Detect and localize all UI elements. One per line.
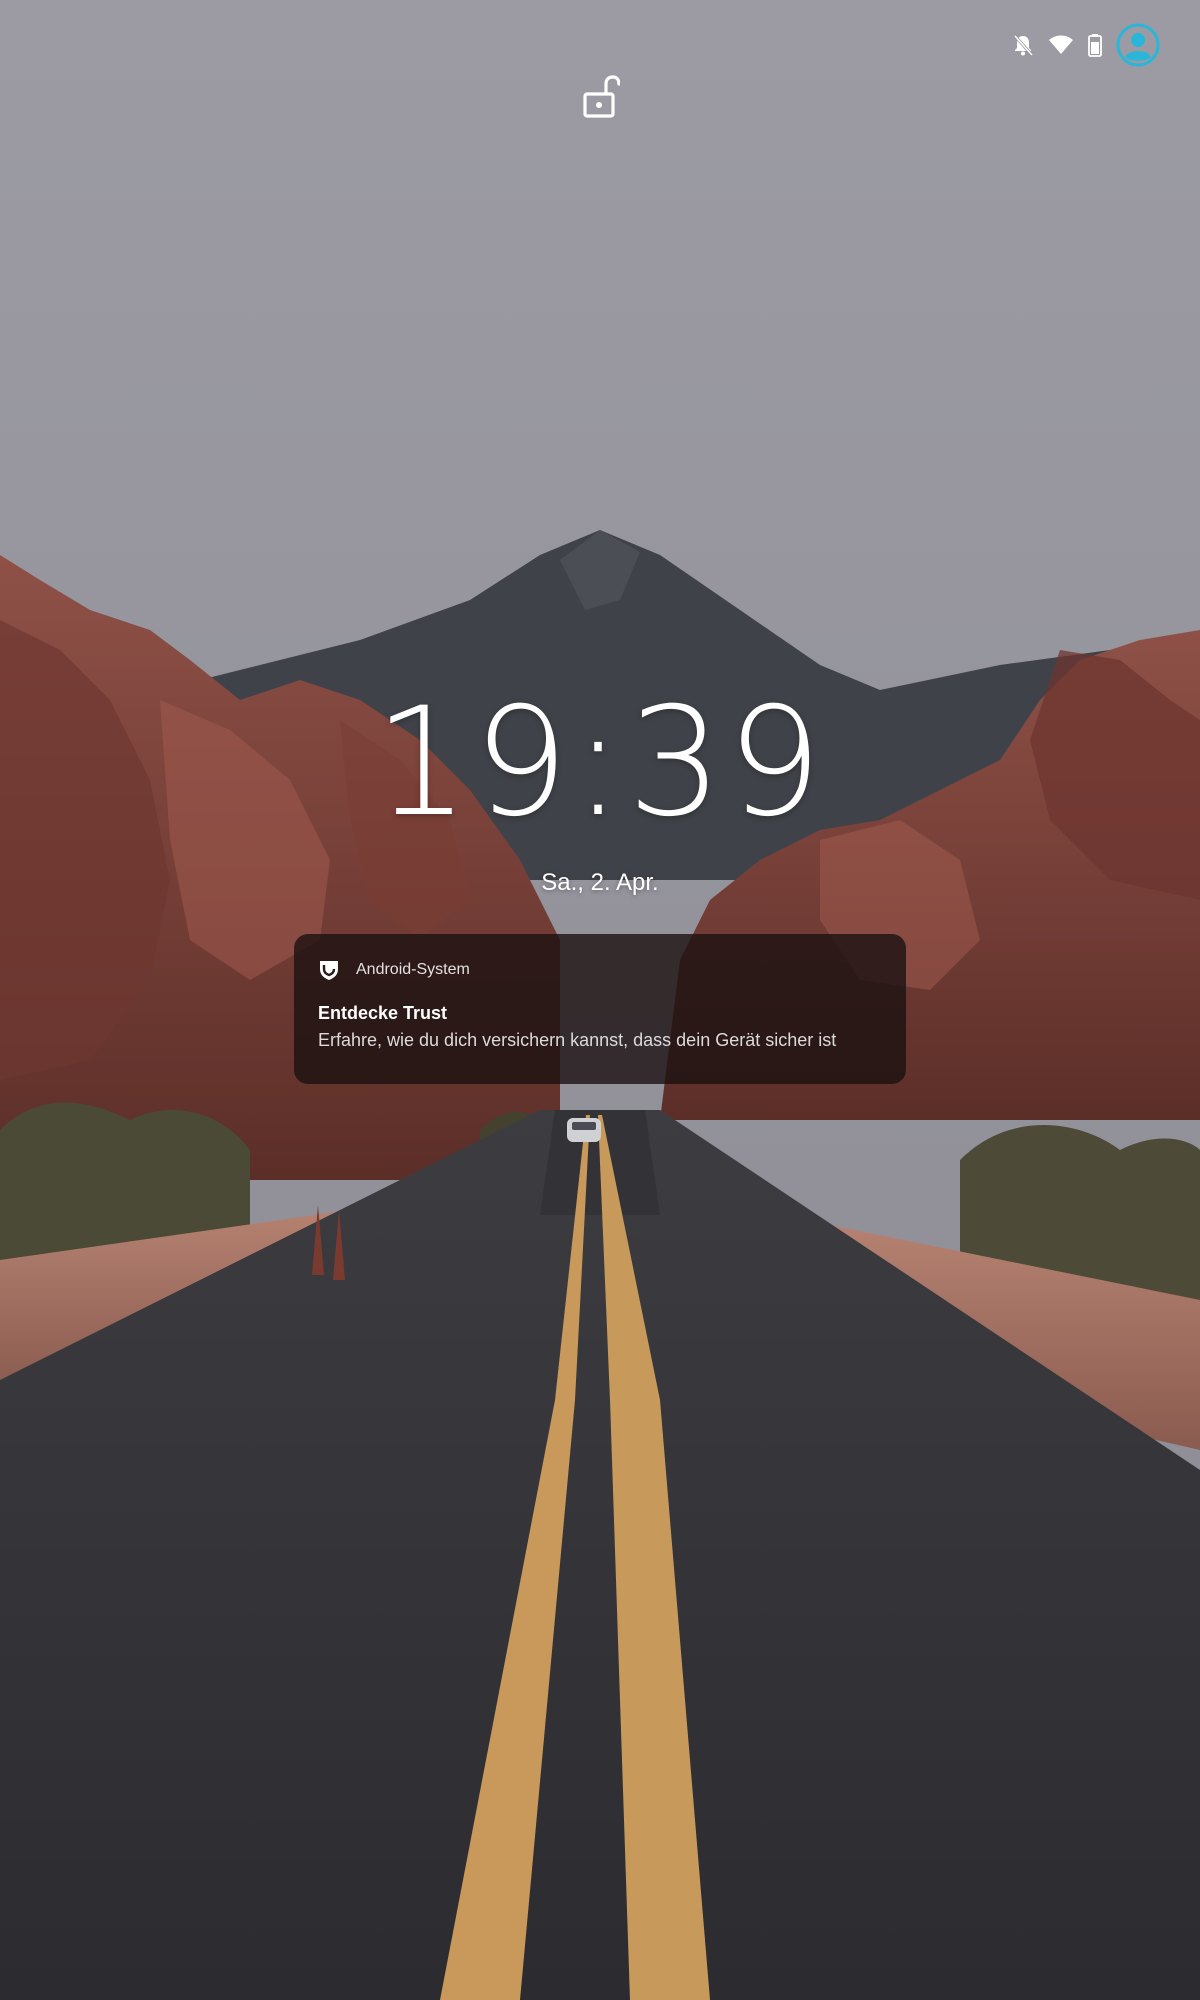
notification-app-name: Android-System xyxy=(356,961,470,978)
battery-icon xyxy=(1088,33,1102,57)
clock-time: 19:39 xyxy=(373,676,827,850)
notification-title: Entdecke Trust xyxy=(318,1003,448,1023)
lock-screen: 19:39 Sa., 2. Apr. Android-System Entdec… xyxy=(0,0,1200,2000)
status-bar xyxy=(1012,22,1160,68)
android-system-icon xyxy=(320,961,338,980)
wifi-icon xyxy=(1048,34,1074,56)
notification-header: Android-System xyxy=(318,958,882,982)
user-avatar-icon[interactable] xyxy=(1116,23,1160,67)
notifications-off-icon xyxy=(1012,33,1034,57)
unlocked-padlock-icon[interactable] xyxy=(580,74,620,120)
notification-text: Erfahre, wie du dich versichern kannst, … xyxy=(318,1030,837,1050)
clock-date: Sa., 2. Apr. xyxy=(541,869,659,896)
notification-card[interactable]: Android-System Entdecke Trust Erfahre, w… xyxy=(294,934,906,1084)
